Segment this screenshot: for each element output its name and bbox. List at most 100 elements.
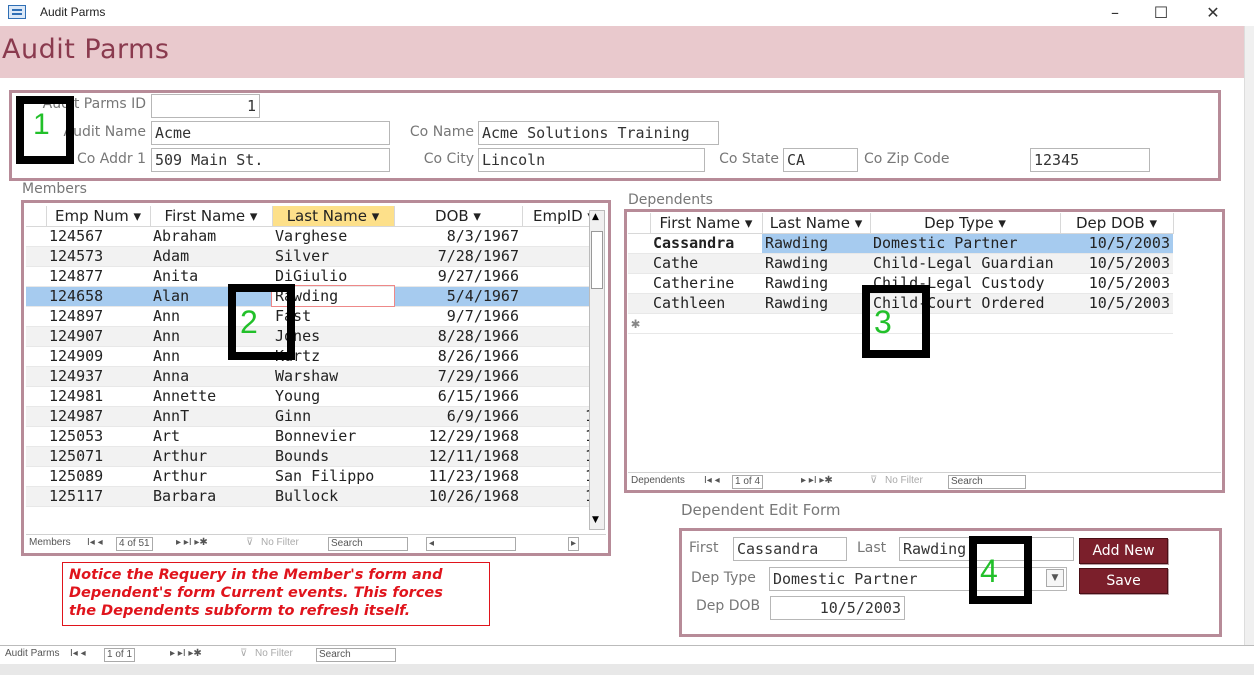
member-row[interactable]: 124981AnnetteYoung6/15/19669 [26,386,589,407]
co-city-field[interactable]: Lincoln [478,148,705,172]
record-number-field[interactable]: 1 of 4 [732,475,764,489]
table-cell[interactable]: Domestic Partner [870,233,1060,254]
table-cell[interactable]: Adam [150,246,272,267]
table-cell[interactable]: 10/5/2003 [1060,273,1173,294]
member-row[interactable]: 124937AnnaWarshaw7/29/19668 [26,366,589,387]
table-cell[interactable]: Cathleen [650,293,762,314]
table-cell[interactable]: 7/28/1967 [394,246,522,267]
table-cell[interactable]: 6/9/1966 [394,406,522,427]
table-cell[interactable]: Catherine [650,273,762,294]
table-cell[interactable]: Bounds [272,446,394,467]
next-record-icon[interactable]: ▸ ▸I ▸✱ [801,475,833,486]
table-cell[interactable]: 10 [522,406,589,427]
co-name-field[interactable]: Acme Solutions Training [478,121,719,145]
row-selector-header[interactable] [26,206,47,227]
table-cell[interactable]: 8/26/1966 [394,346,522,367]
member-row[interactable]: 124567AbrahamVarghese8/3/19671 [26,226,589,247]
audit-name-field[interactable]: Acme [151,121,390,145]
table-cell[interactable]: 14 [522,486,589,507]
member-row[interactable]: 125089ArthurSan Filippo11/23/196813 [26,466,589,487]
table-cell[interactable]: 11/23/1968 [394,466,522,487]
close-button[interactable]: ✕ [1190,0,1236,26]
column-header[interactable]: Last Name ▾ [762,213,871,234]
maximize-button[interactable]: ☐ [1138,0,1184,26]
next-record-icon[interactable]: ▸ ▸I ▸✱ [176,537,208,548]
filter-status[interactable]: No Filter [885,475,923,486]
table-cell[interactable]: 10/26/1968 [394,486,522,507]
member-row[interactable]: 124897AnnFast9/7/19665 [26,306,589,327]
table-cell[interactable]: Young [272,386,394,407]
table-cell[interactable]: Rawding [762,233,870,254]
record-selector[interactable] [26,266,46,287]
table-cell[interactable] [762,313,870,334]
table-cell[interactable]: Anna [150,366,272,387]
co-addr-field[interactable]: 509 Main St. [151,148,390,172]
table-cell[interactable]: Rawding [762,253,870,274]
table-cell[interactable]: 8/3/1967 [394,226,522,247]
table-cell[interactable]: 125053 [46,426,150,447]
column-header[interactable]: First Name ▾ [650,213,763,234]
member-row[interactable]: 125071ArthurBounds12/11/196812 [26,446,589,467]
table-cell[interactable]: 12 [522,446,589,467]
filter-icon[interactable]: ⊽ [870,475,877,486]
table-cell[interactable]: Arthur [150,446,272,467]
table-cell[interactable]: 1 [522,226,589,247]
table-cell[interactable]: Warshaw [272,366,394,387]
table-cell[interactable]: Bonnevier [272,426,394,447]
table-cell[interactable]: Silver [272,246,394,267]
record-number-field[interactable]: 1 of 1 [104,648,136,662]
horizontal-scrollbar[interactable]: ◂ [426,537,516,551]
search-box[interactable]: Search [948,475,1026,489]
record-selector[interactable] [26,326,46,347]
table-cell[interactable]: Annette [150,386,272,407]
record-selector[interactable] [26,426,46,447]
record-selector[interactable] [26,386,46,407]
table-cell[interactable]: Varghese [272,226,394,247]
table-cell[interactable]: Abraham [150,226,272,247]
first-record-icon[interactable]: I◂ ◂ [704,475,720,486]
table-cell[interactable]: Rawding [762,273,870,294]
table-cell[interactable]: 12/29/1968 [394,426,522,447]
table-cell[interactable]: 9/7/1966 [394,306,522,327]
record-selector[interactable] [26,226,46,247]
table-cell[interactable]: 124981 [46,386,150,407]
record-selector[interactable] [26,246,46,267]
table-cell[interactable]: 9 [522,386,589,407]
table-cell[interactable]: DiGiulio [272,266,394,287]
members-vertical-scrollbar[interactable]: ▲ ▼ [589,210,605,530]
record-selector[interactable] [26,366,46,387]
column-header[interactable]: Emp Num ▾ [46,206,151,227]
table-cell[interactable]: 5/4/1967 [394,286,522,307]
table-cell[interactable]: 124907 [46,326,150,347]
table-cell[interactable]: 124937 [46,366,150,387]
table-cell[interactable]: Child-Legal Guardian [870,253,1060,274]
dependent-row[interactable]: Cathe Rawding Child-Legal Guardian 10/5/200… [628,253,1173,274]
member-row[interactable]: 124909AnnKurtz8/26/19667 [26,346,589,367]
record-selector[interactable] [26,486,46,507]
record-selector[interactable] [628,273,650,294]
filter-status[interactable]: No Filter [261,537,299,548]
record-selector[interactable] [628,253,650,274]
table-cell[interactable]: 6 [522,326,589,347]
table-cell[interactable]: 6/15/1966 [394,386,522,407]
record-selector[interactable] [628,293,650,314]
column-header[interactable]: EmpID ▾ [522,206,589,227]
table-cell[interactable]: 3 [522,266,589,287]
search-box[interactable]: Search [316,648,396,662]
table-cell[interactable]: 124897 [46,306,150,327]
member-row[interactable]: 124907AnnJones8/28/19666 [26,326,589,347]
table-cell[interactable]: 10/5/2003 [1060,233,1173,254]
table-cell[interactable]: 7 [522,346,589,367]
co-zip-field[interactable]: 12345 [1030,148,1150,172]
table-cell[interactable]: 5 [522,306,589,327]
save-button[interactable]: Save [1079,568,1168,594]
audit-id-field[interactable]: 1 [151,94,260,118]
column-header[interactable]: Dep DOB ▾ [1060,213,1174,234]
record-selector[interactable] [26,306,46,327]
table-cell[interactable]: 9/27/1966 [394,266,522,287]
dep-dob-field[interactable]: 10/5/2003 [770,596,905,620]
column-header[interactable]: First Name ▾ [150,206,273,227]
new-record-icon[interactable]: ✱ [628,313,650,334]
record-selector[interactable] [26,466,46,487]
dependent-row[interactable]: Cassandra Rawding Domestic Partner 10/5/200… [628,233,1173,254]
